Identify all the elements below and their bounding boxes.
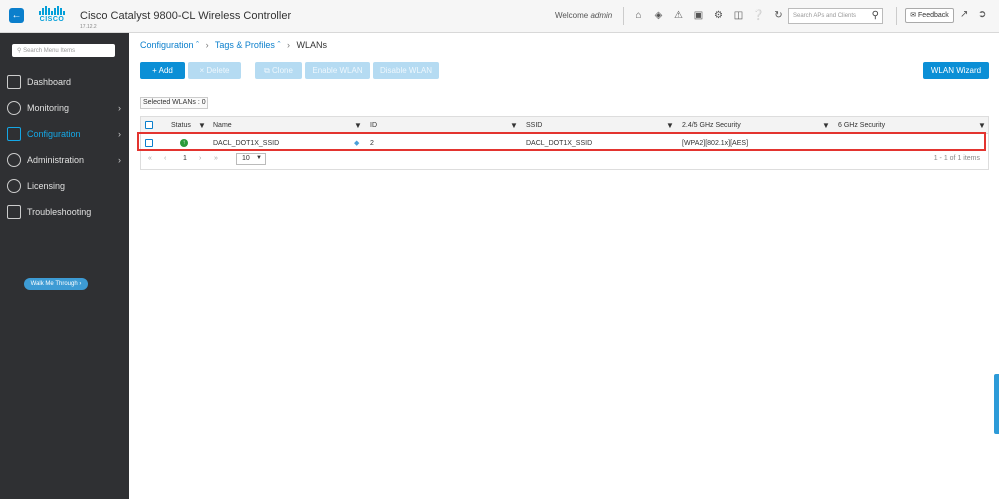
search-placeholder: Search APs and Clients xyxy=(793,13,857,19)
feedback-button[interactable]: ✉ Feedback xyxy=(905,8,954,23)
sidebar-item-label: Licensing xyxy=(27,181,66,191)
page-size-value: 10 xyxy=(242,155,250,162)
sidebar-item-troubleshooting[interactable]: Troubleshooting xyxy=(0,204,129,222)
wireless-icon[interactable]: ◈ xyxy=(652,9,665,22)
monitoring-icon xyxy=(7,101,21,115)
sidebar: ⚲ Search Menu Items Dashboard Monitoring… xyxy=(0,33,129,499)
clone-icon: ⧉ xyxy=(264,66,273,75)
sidebar-item-administration[interactable]: Administration › xyxy=(0,152,129,170)
add-button[interactable]: + Add xyxy=(140,62,185,79)
version-label: 17.12.2 xyxy=(80,24,97,30)
sidebar-item-monitoring[interactable]: Monitoring › xyxy=(0,100,129,118)
page-size-select[interactable]: 10 ▼ xyxy=(236,153,266,165)
side-panel-tab[interactable] xyxy=(994,374,999,434)
search-input[interactable]: Search APs and Clients ⚲ xyxy=(788,8,883,24)
settings-icon[interactable]: ⚙ xyxy=(712,9,725,22)
collapse-icon[interactable]: ↗ xyxy=(960,9,968,20)
sidebar-item-label: Configuration xyxy=(27,129,81,139)
sidebar-item-dashboard[interactable]: Dashboard xyxy=(0,74,129,92)
clone-label: Clone xyxy=(272,66,293,75)
sidebar-item-configuration[interactable]: Configuration › xyxy=(0,126,129,144)
sidebar-item-label: Monitoring xyxy=(27,103,70,113)
last-page-icon[interactable]: » xyxy=(214,155,218,162)
breadcrumb-separator: › xyxy=(286,40,290,50)
header-divider xyxy=(896,7,897,25)
sidebar-item-label: Administration xyxy=(27,155,85,165)
breadcrumb: Configuration ˆ › Tags & Profiles ˆ › WL… xyxy=(140,40,327,50)
help-icon[interactable]: ❔ xyxy=(752,9,765,22)
back-arrow-icon[interactable]: ← xyxy=(9,8,24,23)
search-icon[interactable]: ⚲ xyxy=(872,10,879,21)
save-icon[interactable]: ▣ xyxy=(692,9,705,22)
header-icon-bar: ⌂ ◈ ⚠ ▣ ⚙ ◫ ❔ ↻ xyxy=(632,9,785,22)
clone-button[interactable]: ⧉ Clone xyxy=(255,62,302,79)
prev-page-icon[interactable]: ‹ xyxy=(164,155,166,162)
chevron-right-icon: › xyxy=(118,103,121,113)
licensing-icon xyxy=(7,179,21,193)
sidebar-item-licensing[interactable]: Licensing xyxy=(0,178,129,196)
refresh-icon[interactable]: ↻ xyxy=(772,9,785,22)
dashboard-icon xyxy=(7,75,21,89)
home-icon[interactable]: ⌂ xyxy=(632,9,645,22)
configuration-icon xyxy=(7,127,21,141)
menu-search-input[interactable]: ⚲ Search Menu Items xyxy=(12,44,115,57)
clipboard-icon[interactable]: ◫ xyxy=(732,9,745,22)
walk-me-through-button[interactable]: Walk Me Through › xyxy=(24,278,88,290)
welcome-prefix: Welcome xyxy=(555,11,589,20)
app-root: ← CISCO Cisco Catalyst 9800-CL Wireless … xyxy=(0,0,999,499)
row-highlight-annotation xyxy=(137,132,986,151)
chevron-down-icon: ▼ xyxy=(256,155,262,161)
breadcrumb-separator: › xyxy=(205,40,209,50)
menu-search-placeholder: Search Menu Items xyxy=(23,48,76,54)
administration-icon xyxy=(7,153,21,167)
app-title: Cisco Catalyst 9800-CL Wireless Controll… xyxy=(80,10,292,22)
alert-icon[interactable]: ⚠ xyxy=(672,9,685,22)
welcome-text: Welcome admin xyxy=(555,11,612,20)
logout-icon[interactable]: ➲ xyxy=(978,9,986,20)
logo-bars-icon xyxy=(36,6,68,15)
selected-wlans-count: Selected WLANs : 0 xyxy=(140,97,208,109)
breadcrumb-tags-profiles[interactable]: Tags & Profiles xyxy=(215,40,275,50)
items-count: 1 - 1 of 1 items xyxy=(933,155,980,162)
sidebar-item-label: Dashboard xyxy=(27,77,72,87)
dropdown-caret-icon[interactable]: ˆ xyxy=(194,40,199,50)
chevron-right-icon: › xyxy=(118,155,121,165)
cisco-logo: CISCO xyxy=(36,6,68,26)
top-header: ← CISCO Cisco Catalyst 9800-CL Wireless … xyxy=(0,0,999,33)
wlan-wizard-button[interactable]: WLAN Wizard xyxy=(923,62,989,79)
enable-wlan-button[interactable]: Enable WLAN xyxy=(305,62,370,79)
dropdown-caret-icon[interactable]: ˆ xyxy=(275,40,280,50)
logo-text: CISCO xyxy=(39,16,65,23)
breadcrumb-configuration[interactable]: Configuration xyxy=(140,40,194,50)
delete-button[interactable]: × Delete xyxy=(188,62,241,79)
current-page[interactable]: 1 xyxy=(183,155,187,162)
header-divider xyxy=(623,7,624,25)
select-all-checkbox[interactable] xyxy=(145,121,153,129)
first-page-icon[interactable]: « xyxy=(148,155,152,162)
breadcrumb-current: WLANs xyxy=(296,40,327,50)
disable-wlan-button[interactable]: Disable WLAN xyxy=(373,62,439,79)
feedback-label: Feedback xyxy=(918,12,949,19)
troubleshooting-icon xyxy=(7,205,21,219)
chevron-right-icon: › xyxy=(118,129,121,139)
sidebar-item-label: Troubleshooting xyxy=(27,207,92,217)
pagination: « ‹ 1 › » 10 ▼ 1 - 1 of 1 items xyxy=(141,152,988,169)
next-page-icon[interactable]: › xyxy=(199,155,201,162)
welcome-user: admin xyxy=(590,11,613,20)
